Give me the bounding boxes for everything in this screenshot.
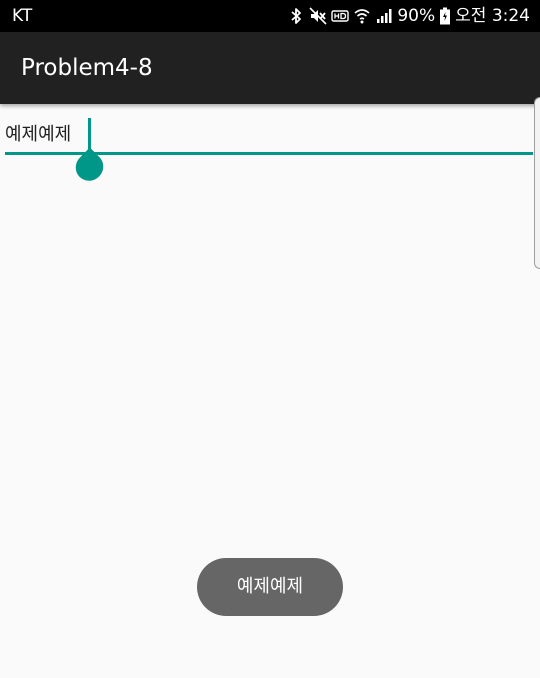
battery-percent: 90% bbox=[397, 6, 436, 26]
text-input[interactable]: 예제예제 bbox=[5, 118, 533, 156]
toast-message: 예제예제 bbox=[236, 576, 304, 597]
wifi-icon bbox=[353, 7, 371, 25]
edge-panel-handle[interactable] bbox=[534, 97, 540, 269]
hd-icon bbox=[331, 7, 350, 25]
text-input-value: 예제예제 bbox=[5, 124, 72, 145]
carrier-label: KT bbox=[12, 6, 33, 26]
bluetooth-icon bbox=[287, 7, 305, 25]
screen: KT 90% 오전 3:24 Problem4-8 예제예제 예제예제 bbox=[0, 0, 540, 678]
app-title: Problem4-8 bbox=[21, 55, 153, 81]
battery-icon bbox=[439, 7, 451, 25]
status-icons: 90% 오전 3:24 bbox=[287, 5, 530, 27]
mute-icon bbox=[309, 7, 327, 25]
status-bar: KT 90% 오전 3:24 bbox=[0, 0, 540, 32]
app-bar: Problem4-8 bbox=[0, 32, 540, 104]
toast: 예제예제 bbox=[197, 558, 343, 616]
clock: 오전 3:24 bbox=[455, 6, 530, 26]
signal-icon bbox=[375, 7, 393, 25]
